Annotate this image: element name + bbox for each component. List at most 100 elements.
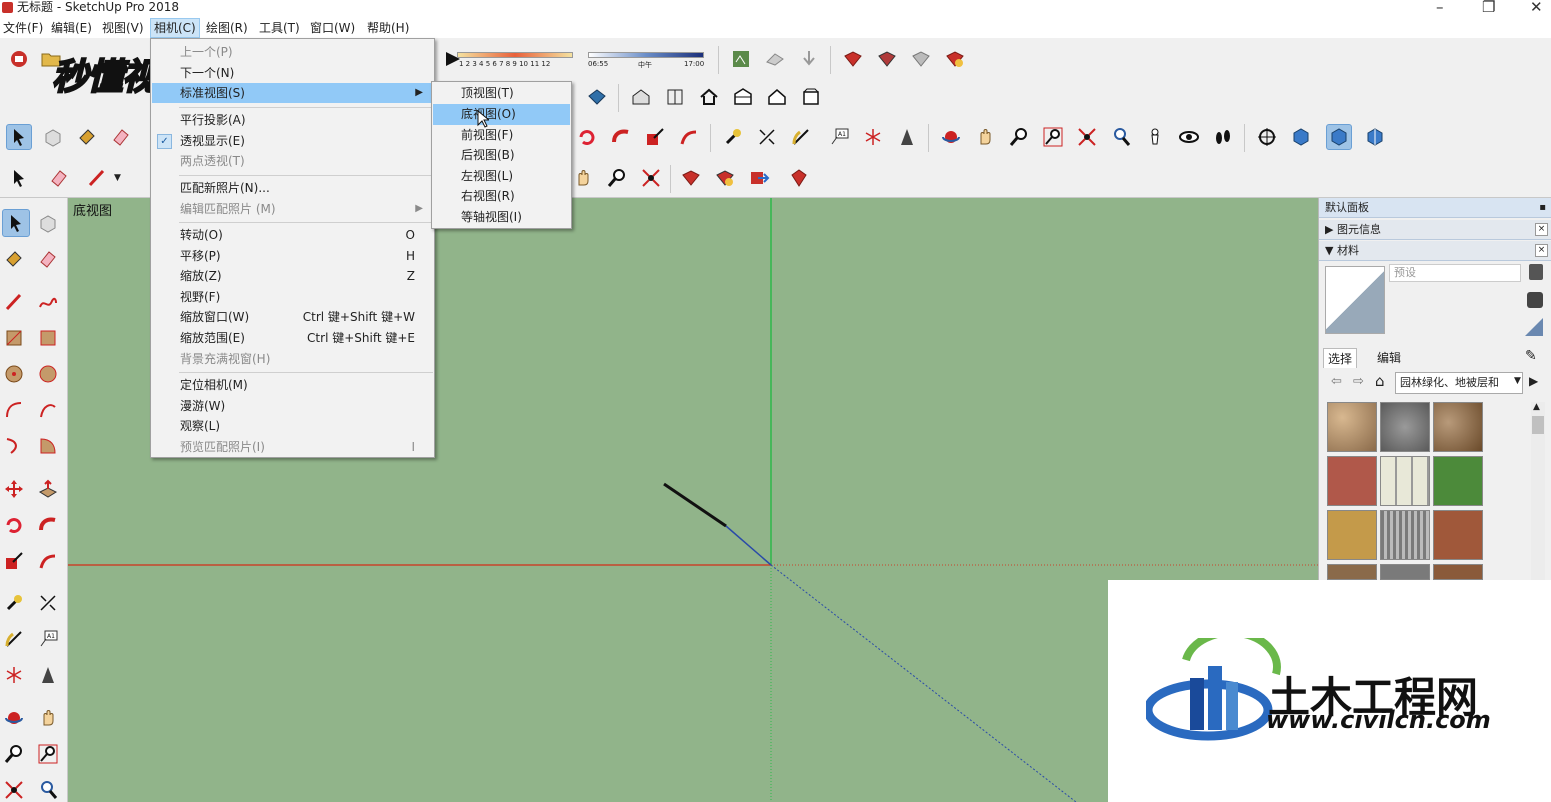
material-swatch[interactable] [1380, 510, 1430, 560]
pan-icon[interactable] [570, 165, 596, 191]
menu-edit[interactable]: 编辑(E) [48, 18, 95, 38]
tape-measure-icon[interactable] [720, 124, 746, 150]
chevron-down-icon[interactable]: ▼ [1514, 376, 1521, 386]
material-swatch[interactable] [1327, 564, 1377, 580]
submenu-item-top-view[interactable]: 顶视图(T) [433, 83, 570, 104]
display-section-cuts-icon[interactable] [1326, 124, 1352, 150]
shaded-style-icon[interactable] [584, 84, 610, 110]
submenu-item-back-view[interactable]: 后视图(B) [433, 145, 570, 166]
zoom-icon[interactable] [604, 165, 630, 191]
select-tool-icon[interactable] [6, 165, 32, 191]
tab-edit[interactable]: 编辑 [1373, 348, 1405, 367]
material-swatch[interactable] [1433, 402, 1483, 452]
section-plane-icon[interactable] [1254, 124, 1280, 150]
menu-item-zoom-window[interactable]: 缩放窗口(W) Ctrl 键+Shift 键+W [152, 307, 433, 327]
offset-tool-icon[interactable] [676, 124, 702, 150]
sample-paint-icon[interactable] [1527, 292, 1543, 308]
maximize-button[interactable]: ❐ [1482, 0, 1495, 16]
zoom-window-icon[interactable] [34, 740, 62, 768]
menu-item-look-around[interactable]: 观察(L) [152, 416, 433, 436]
eraser-icon[interactable] [108, 124, 134, 150]
push-pull-icon[interactable] [34, 475, 62, 503]
arc-icon[interactable] [0, 396, 28, 424]
upload-icon[interactable] [746, 165, 772, 191]
ruby-console-icon[interactable] [942, 46, 968, 72]
previous-view-icon[interactable] [1108, 124, 1134, 150]
rotated-rectangle-icon[interactable] [34, 324, 62, 352]
share-model-icon[interactable] [874, 46, 900, 72]
zoom-extents-icon[interactable] [0, 776, 28, 802]
menu-tools[interactable]: 工具(T) [256, 18, 303, 38]
pan-icon[interactable] [972, 124, 998, 150]
select-tool-icon[interactable] [2, 209, 30, 237]
create-material-icon[interactable] [1529, 264, 1543, 280]
model-edge[interactable] [663, 482, 727, 528]
close-panel-button[interactable]: × [1535, 244, 1548, 257]
paint-bucket-icon[interactable] [0, 245, 28, 273]
extension-warehouse-icon[interactable] [840, 46, 866, 72]
paint-bucket-icon[interactable] [74, 124, 100, 150]
menu-item-perspective[interactable]: ✓ 透视显示(E) [152, 131, 433, 151]
warehouse-icon[interactable] [678, 165, 704, 191]
get-models-icon[interactable] [908, 46, 934, 72]
menu-item-zoom-extents[interactable]: 缩放范围(E) Ctrl 键+Shift 键+E [152, 328, 433, 348]
3d-text-icon[interactable] [894, 124, 920, 150]
shadow-time-slider[interactable]: 06:55 中午 17:00 [588, 50, 706, 72]
protractor-icon[interactable] [788, 124, 814, 150]
zoom-extents-icon[interactable] [1074, 124, 1100, 150]
submenu-item-iso-view[interactable]: 等轴视图(I) [433, 207, 570, 228]
menu-item-zoom[interactable]: 缩放(Z) Z [152, 266, 433, 286]
scroll-up-icon[interactable]: ▲ [1533, 402, 1540, 412]
forward-arrow-icon[interactable]: ⇨ [1353, 374, 1364, 389]
section-fill-icon[interactable] [1362, 124, 1388, 150]
left-view-icon[interactable] [798, 84, 824, 110]
eyedropper-icon[interactable]: ✎ [1525, 348, 1537, 364]
entity-info-panel[interactable]: ▶ 图元信息 × [1319, 220, 1551, 240]
menu-item-orbit[interactable]: 转动(O) O [152, 225, 433, 245]
3d-text-icon[interactable] [34, 661, 62, 689]
add-location-icon[interactable] [728, 46, 754, 72]
zoom-icon[interactable] [0, 740, 28, 768]
text-tool-icon[interactable]: A1 [826, 124, 852, 150]
zoom-extents-icon[interactable] [638, 165, 664, 191]
scale-tool-icon[interactable] [0, 547, 28, 575]
material-swatch[interactable] [1327, 402, 1377, 452]
default-material-icon[interactable] [1525, 318, 1543, 336]
orbit-icon[interactable] [0, 704, 28, 732]
select-tool-icon[interactable] [6, 124, 32, 150]
axes-tool-icon[interactable] [860, 124, 886, 150]
material-swatch[interactable] [1433, 510, 1483, 560]
protractor-icon[interactable] [0, 625, 28, 653]
previous-view-icon[interactable] [34, 776, 62, 802]
pie-icon[interactable] [34, 432, 62, 460]
close-panel-button[interactable]: × [1535, 223, 1548, 236]
material-swatch[interactable] [1380, 402, 1430, 452]
scale-tool-icon[interactable] [642, 124, 668, 150]
top-view-icon[interactable] [662, 84, 688, 110]
orbit-icon[interactable] [938, 124, 964, 150]
material-swatch[interactable] [1380, 564, 1430, 580]
back-arrow-icon[interactable]: ⇦ [1331, 374, 1342, 389]
three-point-arc-icon[interactable] [0, 432, 28, 460]
tab-select[interactable]: 选择 [1323, 348, 1358, 368]
position-camera-icon[interactable] [1142, 124, 1168, 150]
text-tool-icon[interactable]: A1 [34, 625, 62, 653]
menu-file[interactable]: 文件(F) [0, 18, 46, 38]
polygon-icon[interactable] [34, 360, 62, 388]
share-component-icon[interactable] [712, 165, 738, 191]
material-swatch[interactable] [1327, 510, 1377, 560]
menu-item-two-point-perspective[interactable]: 两点透视(T) [152, 151, 433, 171]
material-swatch[interactable] [1433, 456, 1483, 506]
menu-item-edit-matched-photo[interactable]: 编辑匹配照片 (M) ▶ [152, 199, 433, 219]
offset-tool-icon[interactable] [34, 547, 62, 575]
materials-panel-header[interactable]: ▼ 材料 × [1319, 241, 1551, 261]
material-library-select[interactable]: 园林绿化、地被层和 [1395, 372, 1523, 394]
zoom-window-icon[interactable] [1040, 124, 1066, 150]
make-component-icon[interactable] [34, 209, 62, 237]
material-scrollbar[interactable]: ▲ [1531, 402, 1545, 582]
display-section-planes-icon[interactable] [1288, 124, 1314, 150]
extension-manager-icon[interactable] [786, 165, 812, 191]
menu-item-parallel-projection[interactable]: 平行投影(A) [152, 110, 433, 130]
photo-texture-icon[interactable] [796, 46, 822, 72]
zoom-icon[interactable] [1006, 124, 1032, 150]
